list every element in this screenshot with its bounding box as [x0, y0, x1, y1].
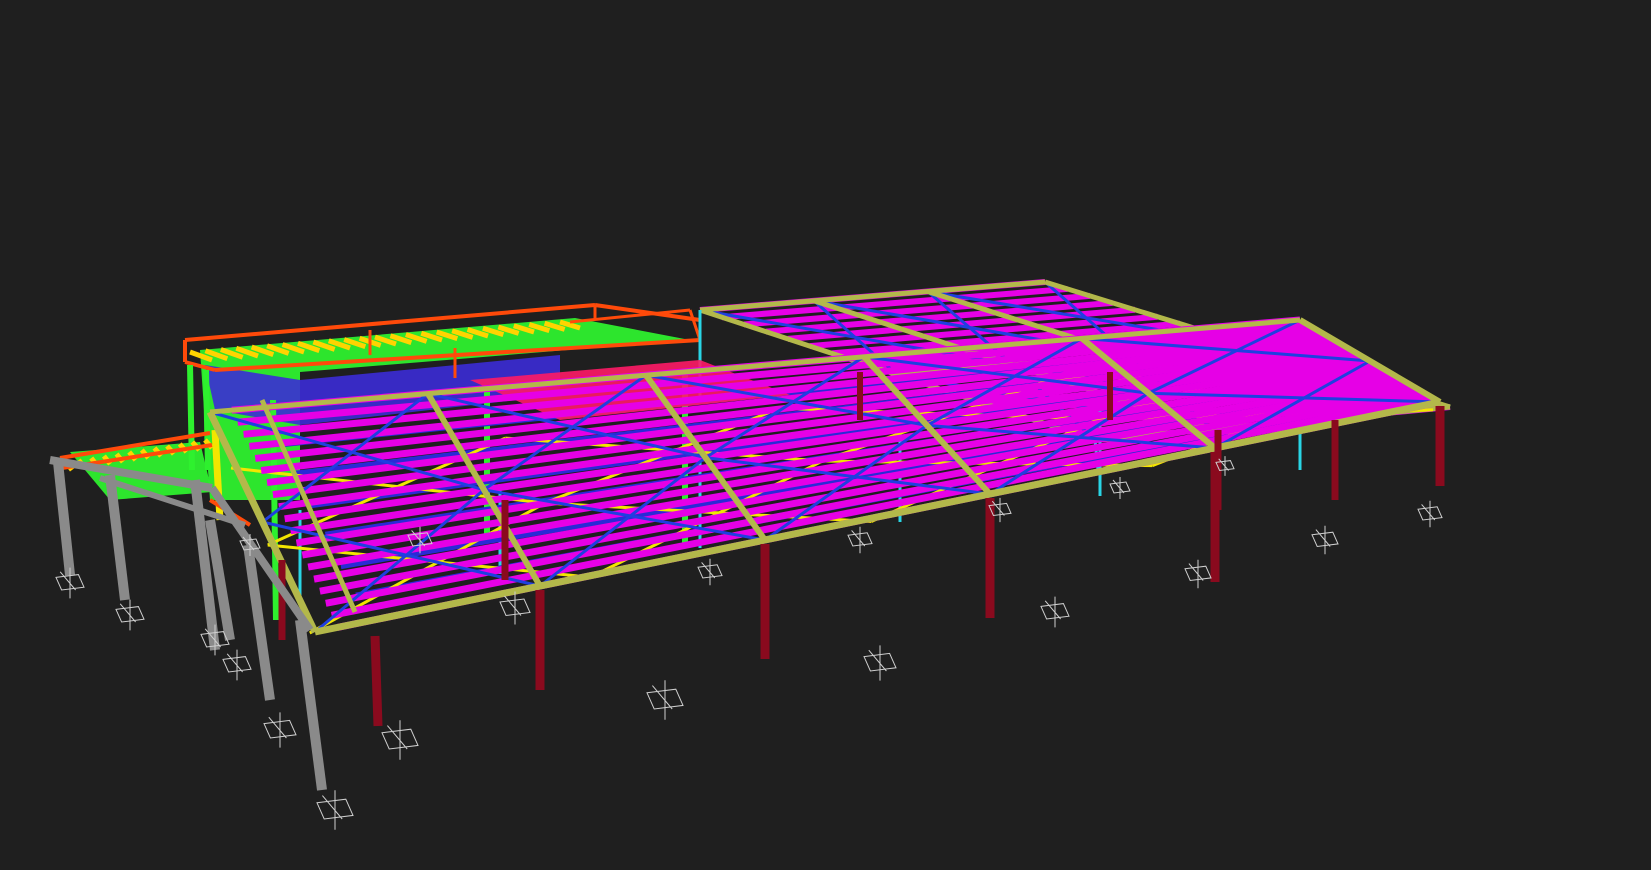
- structural-model-viewport[interactable]: [0, 0, 1651, 870]
- main-column: [370, 635, 383, 727]
- mezzanine-post: [203, 369, 211, 471]
- structural-model-3d-view[interactable]: [0, 0, 1651, 870]
